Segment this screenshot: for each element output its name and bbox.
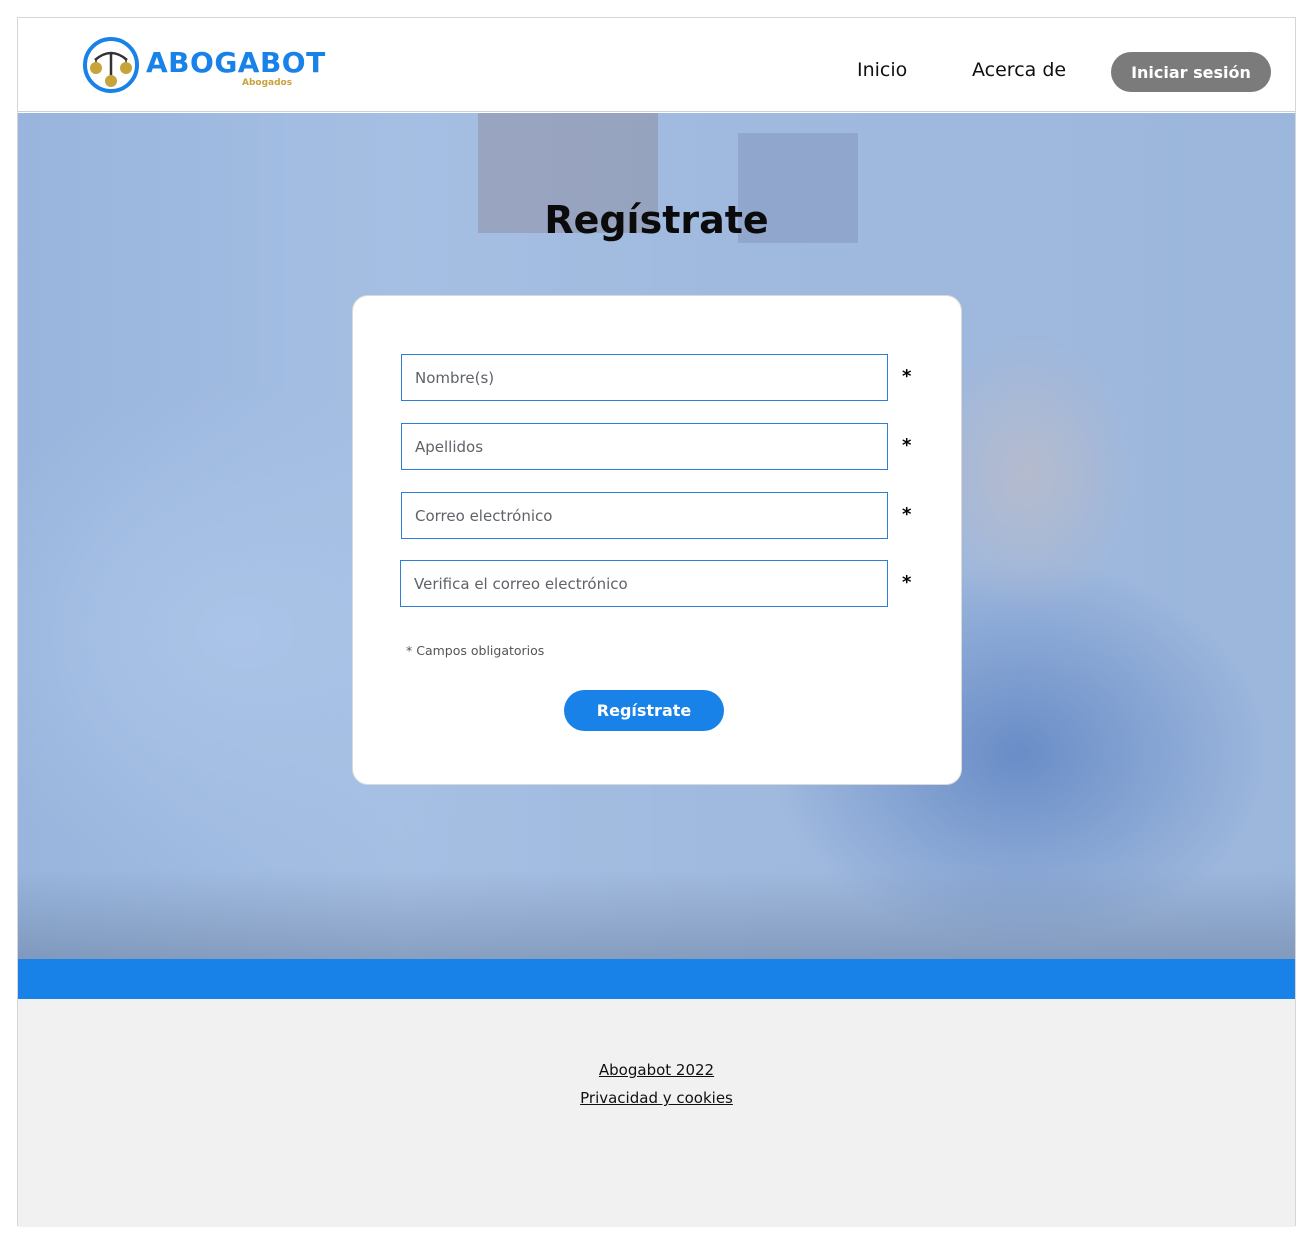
footer-privacy-link[interactable]: Privacidad y cookies <box>18 1089 1295 1107</box>
required-fields-note: * Campos obligatorios <box>406 643 545 658</box>
site-header: ABOGABOT Abogados Inicio Acerca de Inici… <box>18 18 1295 112</box>
email-confirm-input[interactable] <box>400 560 888 607</box>
background-photo-desk <box>18 869 1295 959</box>
nav-link-inicio[interactable]: Inicio <box>857 59 907 81</box>
hero-section: Regístrate * * * * * Campos obligatorios… <box>18 113 1295 959</box>
required-asterisk: * <box>902 504 912 525</box>
brand-tagline: Abogados <box>242 78 293 88</box>
email-input[interactable] <box>401 492 888 539</box>
login-button[interactable]: Iniciar sesión <box>1111 52 1271 92</box>
nav-link-acerca-de[interactable]: Acerca de <box>972 59 1066 81</box>
footer-copyright-link[interactable]: Abogabot 2022 <box>18 1061 1295 1079</box>
footer-accent-band <box>18 959 1295 999</box>
required-asterisk: * <box>902 435 912 456</box>
brand-name: ABOGABOT <box>146 46 326 79</box>
brand-logo[interactable]: ABOGABOT Abogados <box>82 36 325 96</box>
scales-of-justice-icon <box>83 37 139 93</box>
page-title: Regístrate <box>544 198 769 242</box>
registration-card: * * * * * Campos obligatorios Regístrate <box>352 295 962 785</box>
required-asterisk: * <box>902 572 912 593</box>
required-asterisk: * <box>902 366 912 387</box>
site-footer: Abogabot 2022 Privacidad y cookies <box>18 999 1295 1227</box>
page-frame: ABOGABOT Abogados Inicio Acerca de Inici… <box>17 17 1296 1227</box>
last-name-input[interactable] <box>401 423 888 470</box>
register-submit-button[interactable]: Regístrate <box>564 690 724 731</box>
first-name-input[interactable] <box>401 354 888 401</box>
